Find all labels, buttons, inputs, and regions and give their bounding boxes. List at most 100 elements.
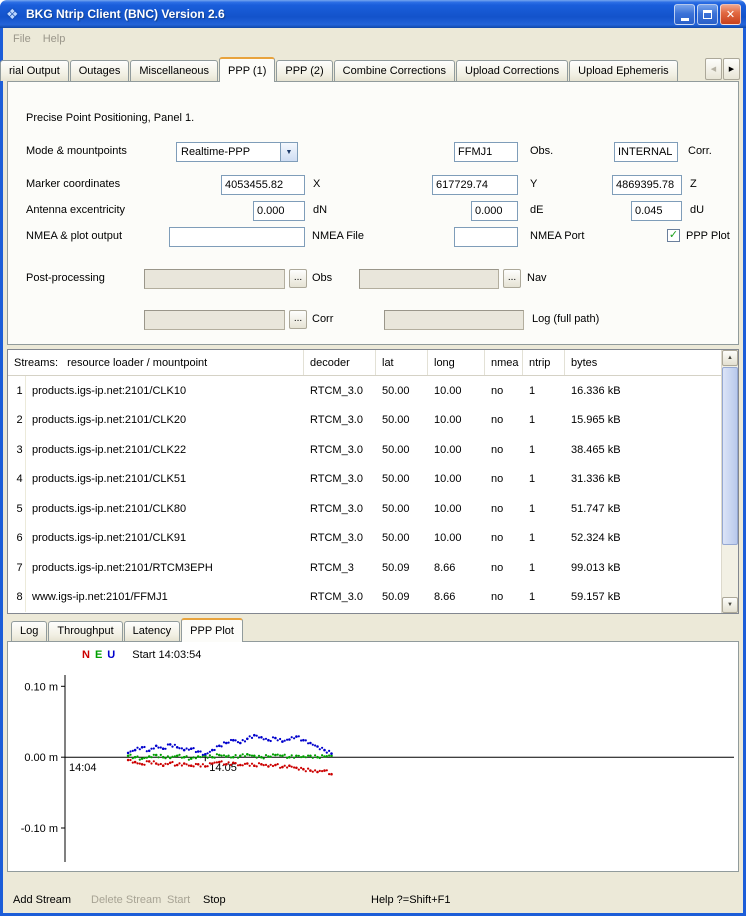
post-corr-label: Corr <box>312 313 333 325</box>
tab-upload-ephemeris[interactable]: Upload Ephemeris <box>569 60 678 81</box>
stream-nmea: no <box>485 473 523 485</box>
table-row[interactable]: 5 products.igs-ip.net:2101/CLK80 RTCM_3.… <box>8 494 721 524</box>
stream-mountpoint: products.igs-ip.net:2101/CLK91 <box>26 532 304 544</box>
column-header-long[interactable]: long <box>428 350 485 375</box>
table-row[interactable]: 4 products.igs-ip.net:2101/CLK51 RTCM_3.… <box>8 465 721 495</box>
stream-lat: 50.00 <box>376 473 428 485</box>
antenna-dn-field[interactable] <box>253 201 305 221</box>
row-number: 4 <box>8 465 26 495</box>
table-row[interactable]: 8 www.igs-ip.net:2101/FFMJ1 RTCM_3.0 50.… <box>8 583 721 613</box>
table-row[interactable]: 7 products.igs-ip.net:2101/RTCM3EPH RTCM… <box>8 553 721 583</box>
nmea-file-label: NMEA File <box>312 230 364 242</box>
statusbar: Add Stream Delete Stream Start Stop Help… <box>3 872 743 913</box>
tab-scroll-left-icon[interactable]: ◀ <box>705 58 722 80</box>
column-header-lat[interactable]: lat <box>376 350 428 375</box>
stream-mountpoint: products.igs-ip.net:2101/CLK20 <box>26 414 304 426</box>
table-row[interactable]: 6 products.igs-ip.net:2101/CLK91 RTCM_3.… <box>8 524 721 554</box>
tab-serial-output[interactable]: rial Output <box>0 60 69 81</box>
tab-outages[interactable]: Outages <box>70 60 130 81</box>
tab-miscellaneous[interactable]: Miscellaneous <box>130 60 218 81</box>
tab-combine-corrections[interactable]: Combine Corrections <box>334 60 455 81</box>
tab-ppp-1[interactable]: PPP (1) <box>219 57 275 82</box>
minimize-button[interactable] <box>674 4 695 25</box>
stream-mountpoint: products.igs-ip.net:2101/CLK10 <box>26 385 304 397</box>
scroll-up-icon[interactable]: ▲ <box>722 350 738 366</box>
maximize-button[interactable] <box>697 4 718 25</box>
tab-throughput[interactable]: Throughput <box>48 621 122 641</box>
close-icon: ✕ <box>726 8 735 21</box>
legend-n: N <box>82 649 90 661</box>
table-row[interactable]: 3 products.igs-ip.net:2101/CLK22 RTCM_3.… <box>8 435 721 465</box>
stream-ntrip: 1 <box>523 473 565 485</box>
browse-obs-button[interactable]: ... <box>289 269 307 288</box>
stream-lat: 50.09 <box>376 591 428 603</box>
stream-nmea: no <box>485 562 523 574</box>
mode-combobox[interactable]: Realtime-PPP ▼ <box>176 142 298 162</box>
svg-text:14:04: 14:04 <box>69 762 97 774</box>
close-button[interactable]: ✕ <box>720 4 741 25</box>
tab-bar: rial Output Outages Miscellaneous PPP (1… <box>3 50 743 81</box>
marker-z-field[interactable] <box>612 175 682 195</box>
stream-ntrip: 1 <box>523 591 565 603</box>
scrollbar-thumb[interactable] <box>722 367 738 545</box>
table-row[interactable]: 1 products.igs-ip.net:2101/CLK10 RTCM_3.… <box>8 376 721 406</box>
stream-ntrip: 1 <box>523 503 565 515</box>
antenna-de-field[interactable] <box>471 201 518 221</box>
bottom-tab-bar: Log Throughput Latency PPP Plot <box>3 614 743 641</box>
help-shortcut-label: Help ?=Shift+F1 <box>371 894 451 906</box>
x-label: X <box>313 178 320 190</box>
browse-corr-button[interactable]: ... <box>289 310 307 329</box>
column-header-ntrip[interactable]: ntrip <box>523 350 565 375</box>
legend-e: E <box>95 649 102 661</box>
ppp-plot-checkbox[interactable]: ✓ <box>667 229 680 242</box>
panel-title: Precise Point Positioning, Panel 1. <box>26 112 194 124</box>
row-number: 2 <box>8 406 26 436</box>
tab-scroll-right-icon[interactable]: ▶ <box>723 58 740 80</box>
corr-mountpoint-field[interactable] <box>614 142 678 162</box>
stop-button[interactable]: Stop <box>203 894 226 906</box>
marker-y-field[interactable] <box>432 175 518 195</box>
column-header-decoder[interactable]: decoder <box>304 350 376 375</box>
nmea-port-field[interactable] <box>454 227 518 247</box>
stream-long: 10.00 <box>428 385 485 397</box>
tab-upload-corrections[interactable]: Upload Corrections <box>456 60 568 81</box>
stream-bytes: 16.336 kB <box>565 385 721 397</box>
tab-latency[interactable]: Latency <box>124 621 181 641</box>
stream-ntrip: 1 <box>523 414 565 426</box>
browse-nav-button[interactable]: ... <box>503 269 521 288</box>
menu-help[interactable]: Help <box>37 30 72 48</box>
stream-bytes: 99.013 kB <box>565 562 721 574</box>
ppp-plot-canvas: 0.10 m0.00 m-0.10 m14:0414:05 <box>8 642 738 871</box>
menu-file[interactable]: File <box>7 30 37 48</box>
antenna-du-field[interactable] <box>631 201 682 221</box>
column-header-mountpoint[interactable]: Streams: resource loader / mountpoint <box>8 350 304 375</box>
column-header-bytes[interactable]: bytes <box>565 350 721 375</box>
stream-bytes: 38.465 kB <box>565 444 721 456</box>
post-log-field <box>384 310 524 330</box>
mode-combobox-value: Realtime-PPP <box>177 143 280 161</box>
tab-ppp-plot[interactable]: PPP Plot <box>181 618 243 642</box>
add-stream-button[interactable]: Add Stream <box>13 894 71 906</box>
row-number: 5 <box>8 494 26 524</box>
tab-log[interactable]: Log <box>11 621 47 641</box>
minimize-icon <box>681 18 689 21</box>
stream-lat: 50.00 <box>376 444 428 456</box>
menubar: File Help <box>3 28 743 50</box>
nmea-file-field[interactable] <box>169 227 305 247</box>
delete-stream-button: Delete Stream <box>91 894 161 906</box>
stream-ntrip: 1 <box>523 444 565 456</box>
stream-decoder: RTCM_3.0 <box>304 385 376 397</box>
stream-bytes: 15.965 kB <box>565 414 721 426</box>
titlebar[interactable]: ❖ BKG Ntrip Client (BNC) Version 2.6 ✕ <box>0 0 746 28</box>
nmea-plot-output-label: NMEA & plot output <box>26 230 122 242</box>
column-header-nmea[interactable]: nmea <box>485 350 523 375</box>
tab-ppp-2[interactable]: PPP (2) <box>276 60 332 81</box>
obs-mountpoint-field[interactable] <box>454 142 518 162</box>
marker-x-field[interactable] <box>221 175 305 195</box>
chevron-down-icon[interactable]: ▼ <box>280 143 297 161</box>
table-row[interactable]: 2 products.igs-ip.net:2101/CLK20 RTCM_3.… <box>8 406 721 436</box>
scroll-down-icon[interactable]: ▼ <box>722 597 738 613</box>
stream-ntrip: 1 <box>523 532 565 544</box>
stream-nmea: no <box>485 532 523 544</box>
vertical-scrollbar[interactable]: ▲ ▼ <box>721 350 738 613</box>
